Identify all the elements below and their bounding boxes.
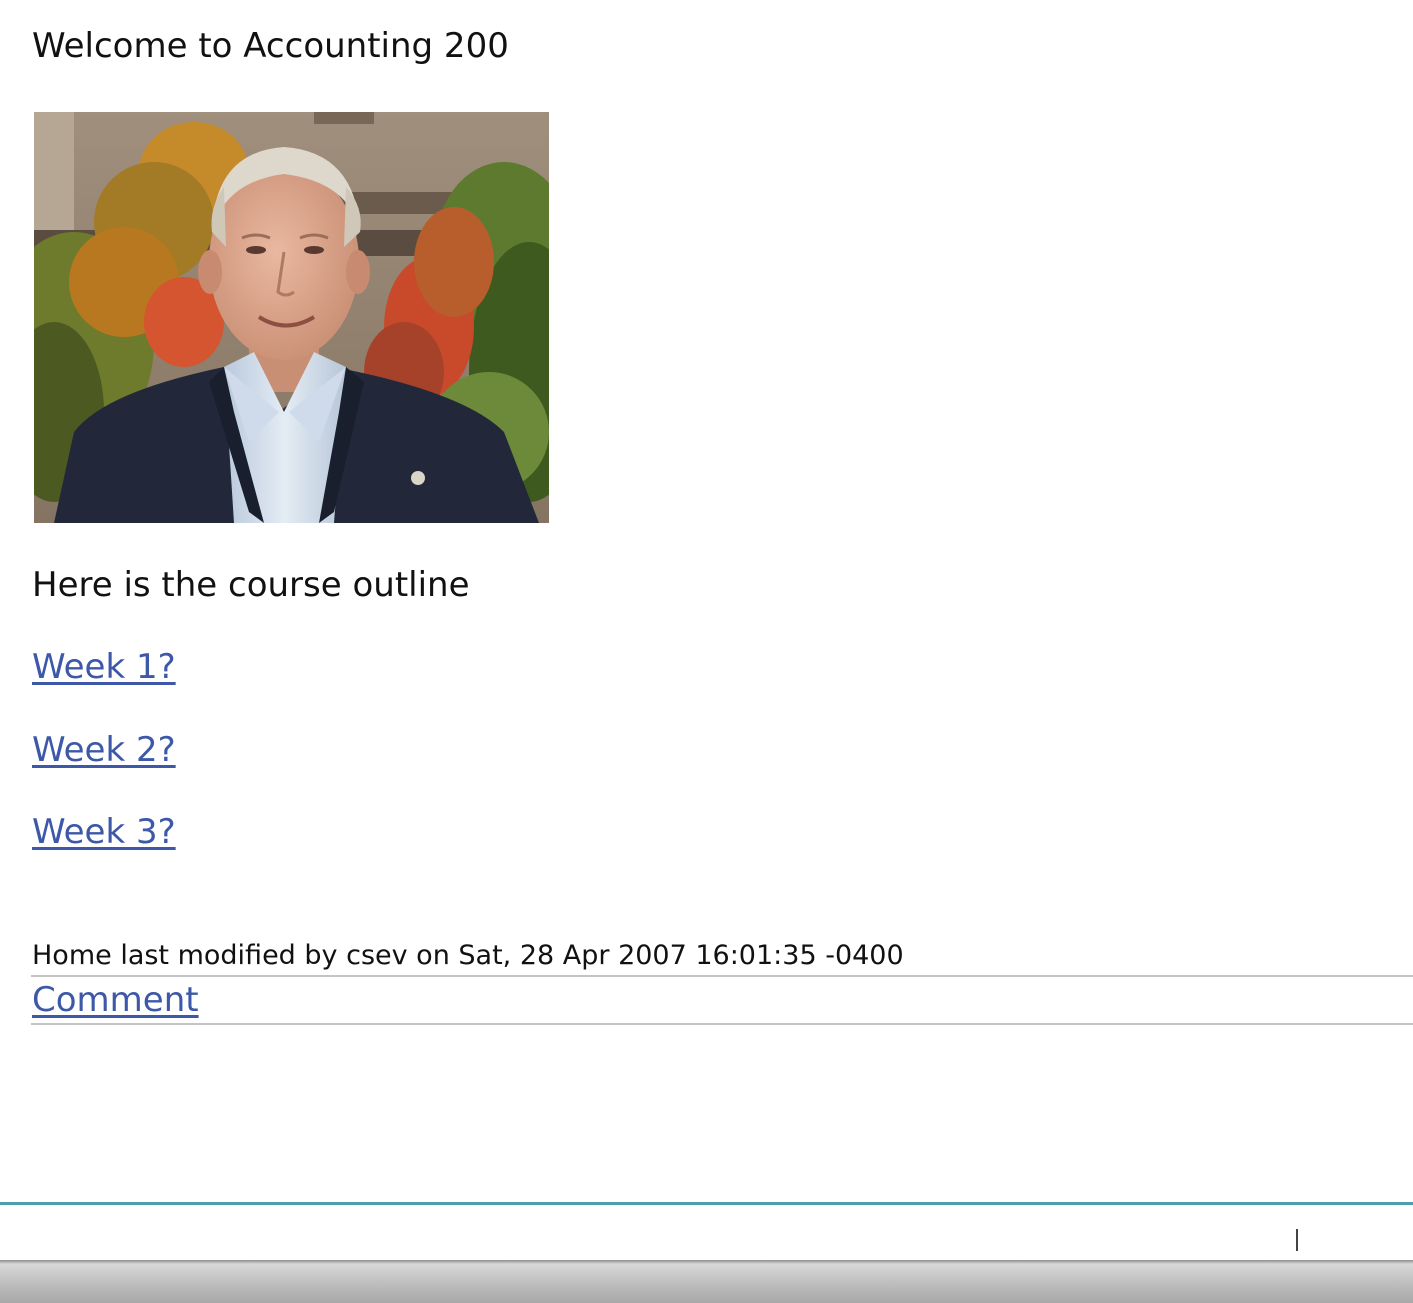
text-cursor	[1296, 1229, 1298, 1251]
wiki-page: Welcome to Accounting 200 Here is the co…	[0, 0, 1413, 1303]
footer-divider-bottom	[31, 1023, 1413, 1025]
page-bottom-rule	[0, 1202, 1413, 1205]
footer-divider-top	[31, 975, 1413, 977]
week-1-link[interactable]: Week 1?	[32, 645, 176, 689]
page-heading: Welcome to Accounting 200	[32, 26, 509, 66]
instructor-photo-image	[34, 112, 549, 523]
week-3-link[interactable]: Week 3?	[32, 810, 176, 854]
last-modified-text: Home last modified by csev on Sat, 28 Ap…	[32, 940, 904, 971]
window-bottom-bar	[0, 1260, 1413, 1303]
comment-link[interactable]: Comment	[32, 978, 199, 1022]
instructor-photo	[34, 112, 549, 523]
course-outline-intro: Here is the course outline	[32, 565, 470, 605]
week-2-link[interactable]: Week 2?	[32, 728, 176, 772]
